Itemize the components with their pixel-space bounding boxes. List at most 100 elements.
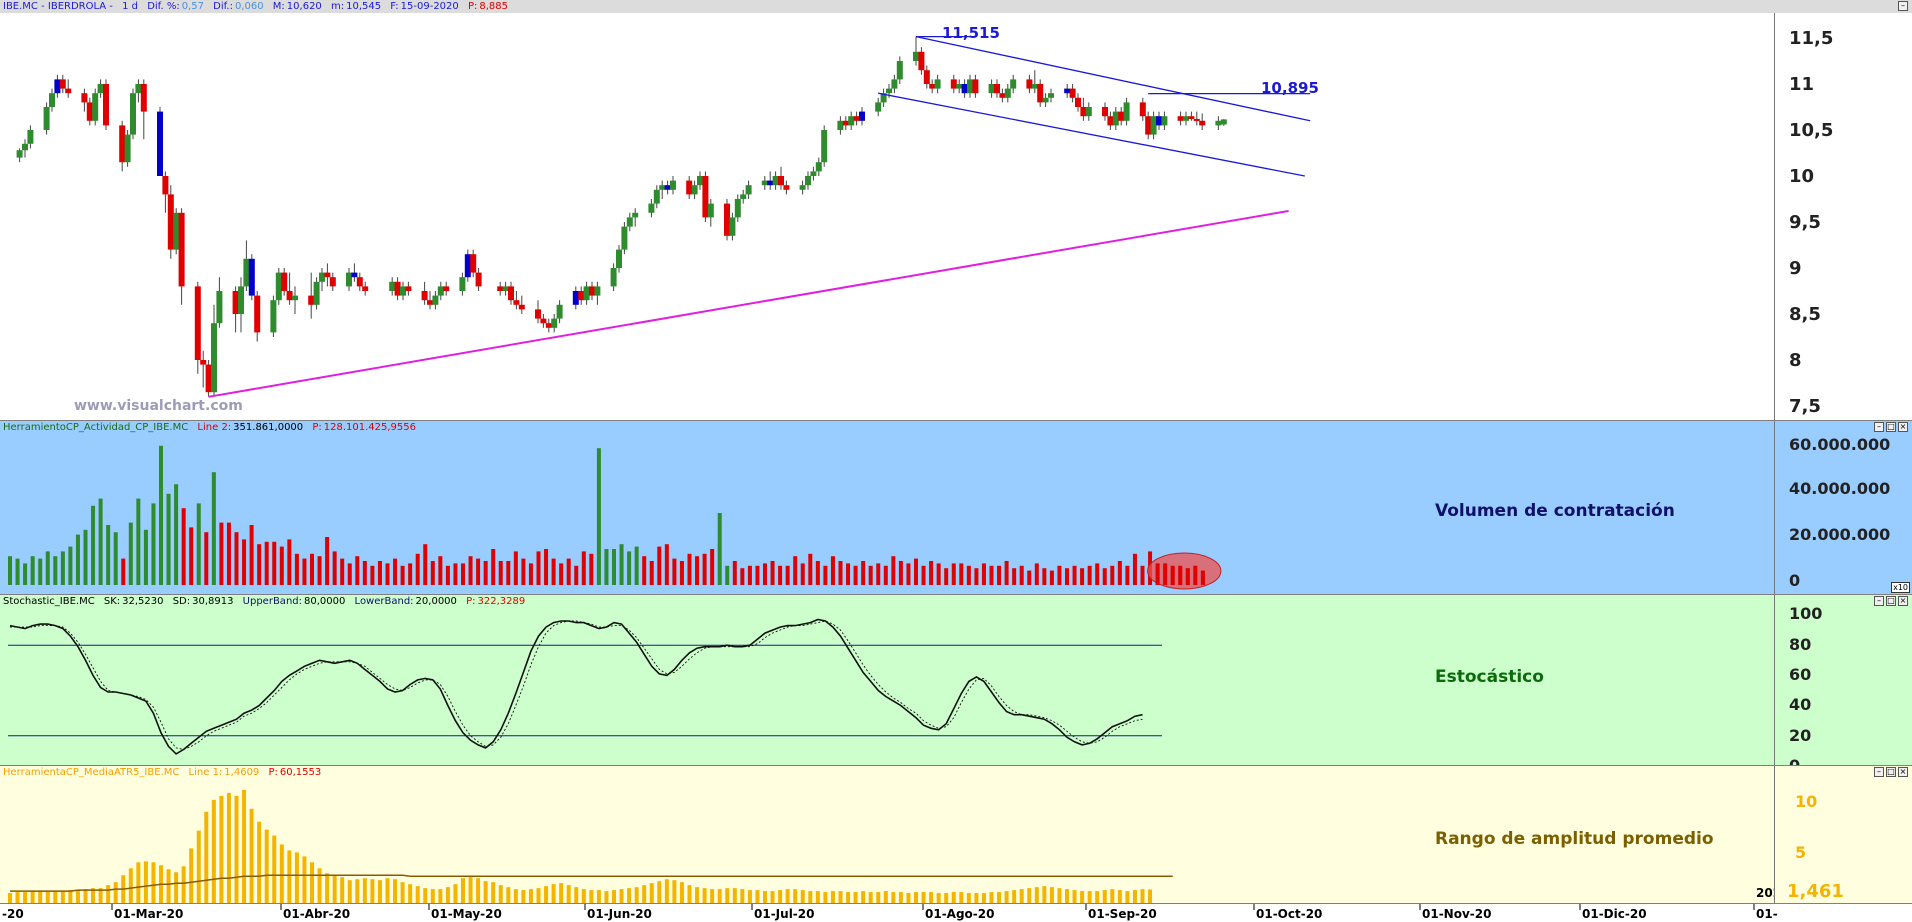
volume-bar: [589, 553, 594, 585]
volume-bar: [204, 532, 209, 585]
candle-body: [508, 286, 514, 301]
price-pane[interactable]: IBE.MC - IBERDROLA - 1 d Dif. %: 0,57 Dif…: [0, 0, 1912, 421]
atr-bar: [302, 856, 307, 903]
candle-body: [22, 143, 28, 151]
candle-body: [783, 185, 790, 190]
volume-y-axis[interactable]: 60.000.000 40.000.000 20.000.000 0 x10: [1774, 421, 1912, 594]
atr-bar: [249, 808, 254, 903]
volume-bar: [740, 568, 745, 585]
atr-p-label: P:: [268, 767, 278, 778]
volume-bar: [627, 551, 632, 585]
atr-bar: [898, 892, 903, 903]
x-axis[interactable]: -20 01-Mar-20 01-Abr-20 01-May-20 01-Jun…: [0, 904, 1912, 922]
minimize-icon[interactable]: –: [1898, 1, 1908, 11]
candle-body: [313, 281, 320, 305]
candle-body: [173, 212, 180, 250]
atr-pane[interactable]: HerramientaCP_MediaATR5_IBE.MC Line 1: 1,…: [0, 766, 1912, 904]
minimize-icon[interactable]: –: [1874, 596, 1884, 606]
candle-body: [319, 272, 325, 282]
candle-body: [540, 318, 547, 324]
atr-bar: [1102, 890, 1107, 903]
candle-body: [1177, 116, 1184, 121]
close-icon[interactable]: ×: [1898, 767, 1908, 777]
volume-bar: [898, 561, 903, 585]
candle-body: [551, 318, 558, 328]
price-chart[interactable]: [0, 0, 1912, 421]
atr-bar: [959, 892, 964, 903]
candle-body: [1080, 107, 1087, 117]
x-tick-label: 01-Dic-20: [1582, 907, 1647, 921]
atr-bar: [8, 893, 12, 903]
minimize-icon[interactable]: –: [1874, 767, 1884, 777]
maximize-icon[interactable]: □: [1886, 767, 1896, 777]
volume-bar: [1027, 570, 1032, 585]
atr-bar: [430, 889, 435, 903]
stoch-sd-value: 30,8913: [192, 596, 234, 607]
atr-bar: [951, 892, 956, 903]
x-tick-label: 01-Jul-20: [754, 907, 815, 921]
volume-bar: [1087, 565, 1092, 585]
atr-bar: [997, 892, 1002, 903]
volume-bar: [1117, 561, 1122, 585]
atr-bar: [1027, 888, 1032, 903]
volume-bar: [1132, 553, 1137, 585]
atr-bar: [294, 852, 299, 903]
candle-body: [130, 93, 136, 135]
atr-bar: [823, 892, 828, 903]
volume-bar: [778, 565, 783, 585]
volume-bar: [45, 551, 50, 585]
candle-body: [1193, 118, 1200, 121]
volume-bar: [445, 565, 450, 585]
x-tick-label: 01-Ago-20: [925, 907, 995, 921]
atr-bar: [778, 890, 783, 903]
volume-bar: [1057, 565, 1062, 585]
atr-y-axis[interactable]: 10 5 1,461: [1774, 766, 1912, 903]
atr-bar: [68, 890, 73, 903]
candle-body: [389, 281, 396, 291]
candle-body: [475, 272, 482, 287]
atr-bar: [189, 848, 194, 903]
close-icon[interactable]: ×: [1898, 596, 1908, 606]
volume-bar: [196, 503, 201, 585]
atr-bar: [906, 893, 911, 903]
volume-bar: [657, 546, 662, 585]
period: 1 d: [122, 1, 138, 12]
stochastic-chart[interactable]: [0, 595, 1912, 766]
maximize-icon[interactable]: □: [1886, 596, 1896, 606]
candle-body: [254, 295, 261, 333]
dif-value: 0,060: [234, 1, 264, 12]
atr-bar: [483, 881, 488, 903]
candle-body: [934, 79, 941, 89]
candle-body: [648, 203, 655, 213]
y-tick-label: 20.000.000: [1789, 525, 1891, 544]
stochastic-y-axis[interactable]: 100 80 60 40 20 0: [1774, 595, 1912, 765]
candle-body: [913, 51, 919, 61]
volume-bar: [355, 556, 360, 585]
volume-pane[interactable]: HerramientoCP_Actividad_CP_IBE.MC Line 2…: [0, 421, 1912, 595]
atr-bar: [393, 879, 398, 903]
close-icon[interactable]: ×: [1898, 422, 1908, 432]
atr-bar: [974, 893, 979, 903]
volume-bar: [1200, 570, 1205, 585]
atr-bar: [1072, 890, 1077, 903]
candle-body: [400, 286, 406, 296]
atr-bar: [23, 892, 28, 903]
stochastic-pane[interactable]: Stochastic_IBE.MC SK: 32,5230 SD: 30,8913 …: [0, 595, 1912, 766]
atr-bar: [740, 889, 745, 903]
candle-body: [497, 286, 504, 291]
volume-bar: [302, 558, 307, 585]
atr-bar: [528, 889, 533, 903]
maximize-icon[interactable]: □: [1886, 422, 1896, 432]
minimize-icon[interactable]: –: [1874, 422, 1884, 432]
atr-bar: [634, 887, 639, 903]
y-tick-label: 0: [1789, 756, 1801, 766]
atr-bar: [846, 892, 851, 903]
price-y-axis[interactable]: 11,5 11 10,5 10 9,5 9 8,5 8 7,5: [1774, 0, 1912, 420]
stoch-p-label: P:: [466, 596, 476, 607]
volume-bar: [30, 556, 35, 585]
atr-bar: [83, 889, 88, 903]
atr-bar: [166, 869, 171, 903]
volume-bar: [264, 541, 269, 585]
volume-bar: [664, 544, 669, 585]
volume-bar: [747, 565, 752, 585]
